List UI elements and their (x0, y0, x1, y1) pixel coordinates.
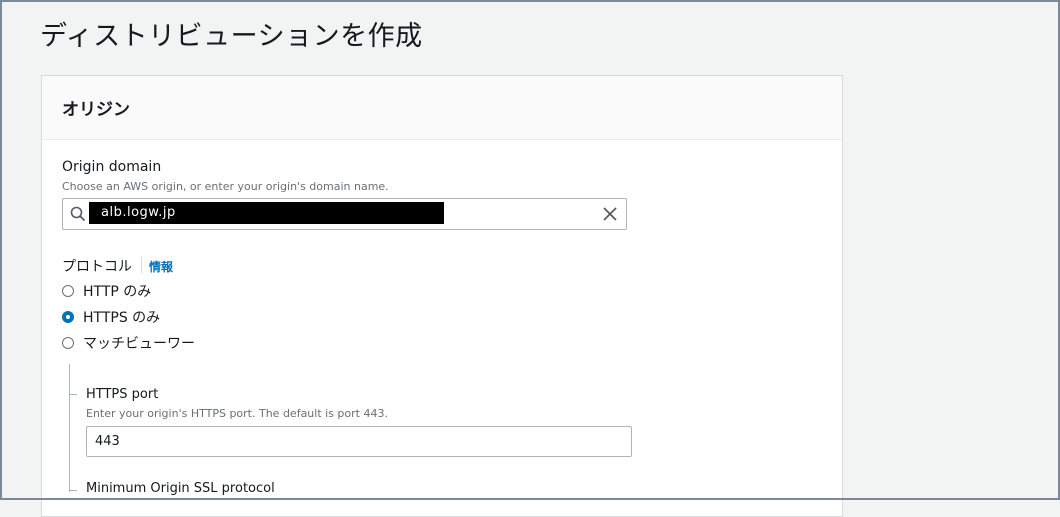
radio-match-viewer[interactable]: マッチビューワー (62, 333, 195, 353)
radio-https-only[interactable]: HTTPS のみ (62, 307, 160, 327)
radio-label: マッチビューワー (83, 336, 195, 352)
radio-button-selected[interactable] (62, 311, 74, 323)
https-port-description: Enter your origin's HTTPS port. The defa… (86, 407, 388, 420)
https-port-label: HTTPS port (86, 387, 159, 402)
origin-panel: オリジン Origin domain Choose an AWS origin,… (41, 75, 843, 517)
nested-settings-tick (69, 394, 77, 395)
protocol-label: プロトコル (62, 259, 132, 275)
https-port-input[interactable] (86, 426, 632, 457)
page-title: ディストリビューションを作成 (40, 21, 423, 52)
origin-domain-label: Origin domain (62, 159, 162, 175)
nested-settings-line (69, 364, 70, 492)
radio-button[interactable] (62, 337, 74, 349)
origin-domain-description: Choose an AWS origin, or enter your orig… (62, 180, 389, 193)
radio-http-only[interactable]: HTTP のみ (62, 281, 151, 301)
search-icon (70, 206, 86, 222)
radio-label: HTTP のみ (83, 284, 152, 300)
close-icon[interactable] (602, 206, 618, 222)
nested-settings-tick (69, 490, 77, 491)
label-separator (141, 257, 142, 273)
panel-title: オリジン (62, 100, 130, 120)
min-ssl-protocol-label: Minimum Origin SSL protocol (86, 481, 275, 496)
radio-label: HTTPS のみ (83, 310, 161, 326)
origin-domain-value: alb.logw.jp (89, 202, 444, 224)
panel-header: オリジン (42, 76, 842, 140)
origin-domain-search-input[interactable]: alb.logw.jp (62, 198, 627, 230)
protocol-info-link[interactable]: 情報 (149, 258, 173, 275)
radio-button[interactable] (62, 285, 74, 297)
